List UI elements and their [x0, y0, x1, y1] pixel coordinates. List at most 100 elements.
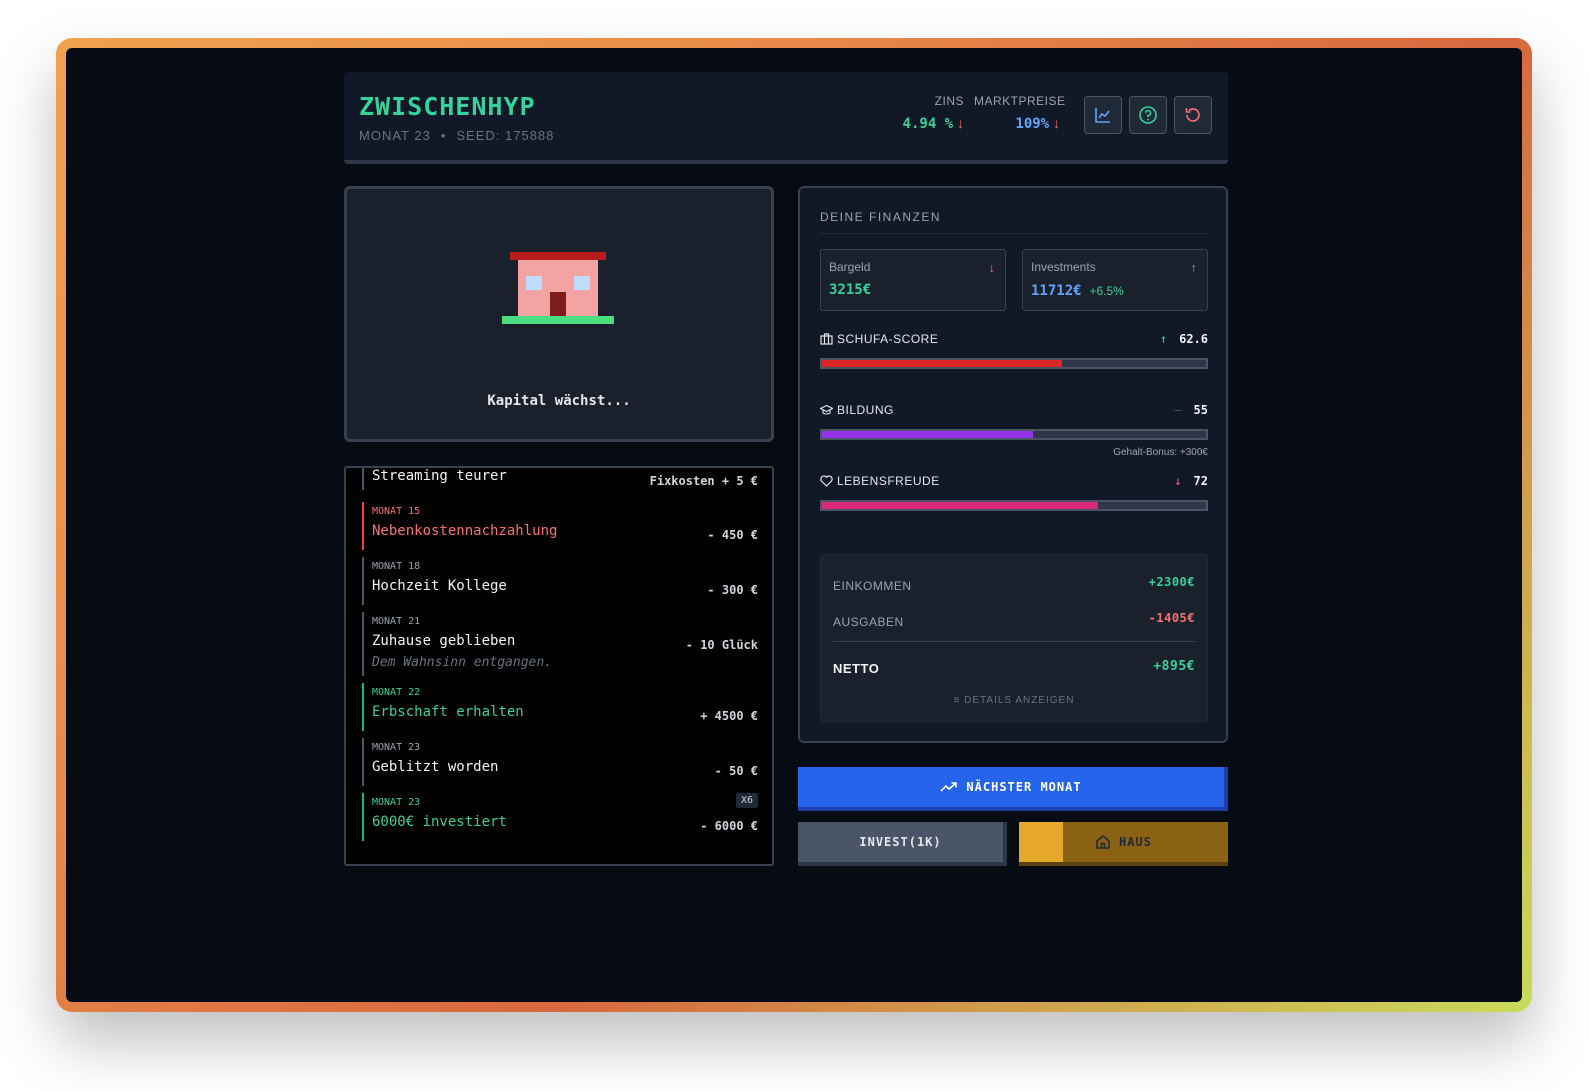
zins-stat: ZINS 4.94 % ↓ — [884, 94, 964, 132]
income-row: EINKOMMEN +2300€ — [833, 575, 1195, 593]
house-illustration-icon — [502, 252, 614, 324]
marktpreise-value-row: 109% ↓ — [974, 115, 1060, 132]
lebensfreude-bar — [820, 500, 1208, 511]
cash-label: Bargeld — [829, 260, 871, 274]
seed-indicator: SEED: 175888 — [456, 128, 555, 143]
marktpreise-label: MARKTPREISE — [974, 94, 1066, 108]
bildung-note: Gehalt-Bonus: +300€ — [1113, 447, 1208, 458]
expenses-value: -1405€ — [1148, 611, 1195, 625]
log-entry-month: MONAT 18 — [372, 561, 421, 572]
expenses-label: AUSGABEN — [833, 615, 904, 629]
chart-icon — [1095, 108, 1110, 123]
log-entry-month: MONAT 22 — [372, 687, 421, 698]
month-indicator: MONAT 23 — [359, 128, 431, 143]
lebensfreude-trend-icon: ↓ — [1174, 474, 1182, 488]
bildung-bar — [820, 429, 1208, 440]
log-entry: Streaming teurer Fixkosten + 5 € — [362, 468, 758, 490]
net-value: +895€ — [1153, 659, 1195, 674]
log-entry-amount: Fixkosten + 5 € — [649, 474, 758, 488]
marktpreise-value: 109% — [1015, 116, 1050, 132]
log-entry-amount: - 10 Glück — [685, 638, 758, 652]
investments-card: Investments ↑ 11712€ +6.5% — [1022, 249, 1208, 311]
log-entry-month: MONAT 23 — [372, 797, 421, 808]
zins-value-row: 4.94 % ↓ — [884, 115, 964, 132]
game-subtitle: MONAT 23 • SEED: 175888 — [359, 128, 554, 143]
lebensfreude-bar-fill — [822, 502, 1099, 509]
bildung-bar-fill — [822, 431, 1034, 438]
cashflow-summary: EINKOMMEN +2300€ AUSGABEN -1405€ NETTO +… — [820, 554, 1208, 722]
game-title: ZWISCHENHYP — [359, 92, 536, 121]
app-frame: ZWISCHENHYP MONAT 23 • SEED: 175888 ZINS 4… — [56, 38, 1532, 1012]
finance-divider — [820, 233, 1206, 234]
log-entry-title: Geblitzt worden — [372, 759, 499, 775]
lebensfreude-label: LEBENSFREUDE — [837, 474, 940, 488]
log-entry-month: MONAT 15 — [372, 506, 421, 517]
schufa-bar — [820, 358, 1208, 369]
graduation-cap-icon — [820, 404, 833, 415]
log-entry-title: Nebenkostennachzahlung — [372, 523, 558, 539]
log-entry: MONAT 15 Nebenkostennachzahlung - 450 € — [362, 502, 758, 550]
scene-panel: Kapital wächst... — [344, 186, 774, 442]
chart-button[interactable] — [1084, 96, 1122, 134]
log-entry-amount: - 6000 € — [700, 819, 758, 833]
schufa-value: 62.6 — [1179, 332, 1208, 346]
log-entry: MONAT 23 Geblitzt worden - 50 € — [362, 738, 758, 786]
bildung-label-row: BILDUNG — [820, 403, 1208, 417]
invest-button[interactable]: INVEST(1K) — [798, 822, 1007, 866]
zins-trend-icon: ↓ — [957, 115, 964, 131]
log-entry: MONAT 22 Erbschaft erhalten + 4500 € — [362, 683, 758, 731]
scene-caption: Kapital wächst... — [487, 393, 631, 409]
bildung-value: 55 — [1193, 403, 1208, 417]
investments-label: Investments — [1031, 260, 1096, 274]
log-entry-badge: X6 — [735, 793, 758, 808]
net-label: NETTO — [833, 661, 880, 676]
bildung-value-row: — 55 — [1174, 403, 1208, 417]
log-entry-amount: - 50 € — [714, 764, 758, 778]
log-entry-title: Hochzeit Kollege — [372, 578, 507, 594]
house-button[interactable]: HAUS — [1019, 822, 1228, 866]
cash-trend-icon: ↓ — [988, 260, 996, 275]
log-entry: MONAT 18 Hochzeit Kollege - 300 € — [362, 557, 758, 605]
header-bar: ZWISCHENHYP MONAT 23 • SEED: 175888 ZINS 4… — [344, 72, 1228, 164]
schufa-label-row: SCHUFA-SCORE — [820, 332, 1208, 346]
reset-button[interactable] — [1174, 96, 1212, 134]
zins-value: 4.94 % — [902, 116, 954, 132]
net-row: NETTO +895€ — [833, 659, 1195, 676]
zins-label: ZINS — [934, 94, 964, 108]
finance-title: DEINE FINANZEN — [820, 210, 942, 224]
briefcase-icon — [820, 333, 833, 345]
home-icon — [1096, 835, 1110, 849]
trending-up-icon — [940, 782, 958, 792]
details-toggle[interactable]: ≡ DETAILS ANZEIGEN — [821, 695, 1207, 706]
investments-value: 11712€ — [1031, 283, 1082, 299]
bildung-trend-icon: — — [1174, 403, 1182, 417]
log-entry-month: MONAT 23 — [372, 742, 421, 753]
schufa-bar-fill — [822, 360, 1063, 367]
investments-change: +6.5% — [1089, 284, 1124, 298]
income-value: +2300€ — [1148, 575, 1195, 589]
log-entry-amount: + 4500 € — [700, 709, 758, 723]
help-button[interactable] — [1129, 96, 1167, 134]
details-label: DETAILS ANZEIGEN — [964, 695, 1075, 706]
bildung-meter: BILDUNG — 55 Gehalt-Bonus: +300€ — [820, 403, 1208, 458]
log-entry-amount: - 450 € — [707, 528, 758, 542]
investments-trend-icon: ↑ — [1190, 260, 1198, 275]
lebensfreude-value: 72 — [1193, 474, 1208, 488]
schufa-value-row: ↑ 62.6 — [1160, 332, 1208, 346]
game-screen: ZWISCHENHYP MONAT 23 • SEED: 175888 ZINS 4… — [66, 48, 1522, 1002]
cash-card: Bargeld ↓ 3215€ — [820, 249, 1006, 311]
house-label: HAUS — [1119, 835, 1152, 849]
log-entry: MONAT 21 Zuhause geblieben Dem Wahnsinn … — [362, 612, 758, 676]
next-month-label: NÄCHSTER MONAT — [966, 780, 1082, 794]
event-log[interactable]: Streaming teurer Fixkosten + 5 € MONAT 1… — [344, 466, 774, 866]
expenses-row: AUSGABEN -1405€ — [833, 611, 1195, 629]
lebensfreude-label-row: LEBENSFREUDE — [820, 474, 1208, 488]
log-entry-month: MONAT 21 — [372, 616, 421, 627]
next-month-button[interactable]: NÄCHSTER MONAT — [798, 767, 1228, 811]
lebensfreude-value-row: ↓ 72 — [1174, 474, 1208, 488]
list-icon: ≡ — [953, 695, 961, 706]
log-entry-amount: - 300 € — [707, 583, 758, 597]
finance-panel: DEINE FINANZEN Bargeld ↓ 3215€ Investmen… — [798, 186, 1228, 743]
marktpreise-trend-icon: ↓ — [1053, 115, 1060, 131]
heart-icon — [820, 475, 833, 487]
